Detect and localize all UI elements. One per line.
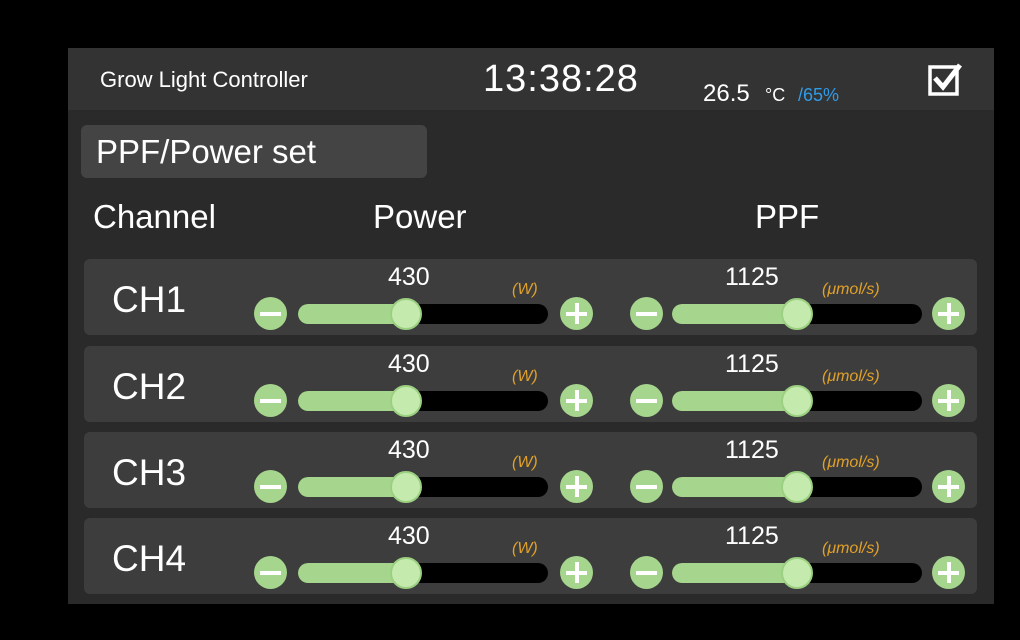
- ppf-value: 1125: [725, 263, 779, 291]
- ppf-unit: (μmol/s): [822, 368, 880, 385]
- channel-row: CH1 430 (W) 1125 (μmol/s): [84, 259, 977, 335]
- ppf-slider-handle[interactable]: [781, 557, 813, 589]
- ppf-value: 1125: [725, 350, 779, 378]
- power-column-header: Power: [373, 198, 467, 235]
- ppf-unit: (μmol/s): [822, 540, 880, 557]
- power-slider-handle[interactable]: [390, 557, 422, 589]
- power-slider-handle[interactable]: [390, 298, 422, 330]
- power-unit: (W): [512, 454, 538, 471]
- channel-label: CH1: [112, 279, 187, 320]
- ppf-increase-button[interactable]: [932, 384, 965, 417]
- ppf-column-header: PPF: [755, 198, 820, 235]
- controller-panel: Grow Light Controller 13:38:28 26.5 °C /…: [68, 48, 994, 604]
- ppf-increase-button[interactable]: [932, 470, 965, 503]
- plus-icon-vertical: [947, 562, 951, 583]
- ppf-increase-button[interactable]: [932, 556, 965, 589]
- minus-icon: [260, 312, 281, 316]
- ppf-slider-fill: [672, 563, 797, 583]
- channel-column-header: Channel: [93, 198, 216, 235]
- power-decrease-button[interactable]: [254, 384, 287, 417]
- power-slider[interactable]: [298, 385, 548, 417]
- power-unit: (W): [512, 540, 538, 557]
- temperature-unit: °C: [765, 85, 786, 105]
- power-slider[interactable]: [298, 471, 548, 503]
- ppf-slider-handle[interactable]: [781, 471, 813, 503]
- checkbox-checked-icon[interactable]: [928, 62, 962, 96]
- ppf-value: 1125: [725, 436, 779, 464]
- power-value: 430: [388, 436, 430, 464]
- plus-icon-vertical: [575, 562, 579, 583]
- power-slider-handle[interactable]: [390, 471, 422, 503]
- screen: Grow Light Controller 13:38:28 26.5 °C /…: [8, 8, 1020, 640]
- ppf-decrease-button[interactable]: [630, 556, 663, 589]
- minus-icon: [260, 399, 281, 403]
- plus-icon-vertical: [575, 303, 579, 324]
- power-decrease-button[interactable]: [254, 556, 287, 589]
- minus-icon: [260, 571, 281, 575]
- plus-icon-vertical: [575, 390, 579, 411]
- channel-row: CH3 430 (W) 1125 (μmol/s): [84, 432, 977, 508]
- ppf-unit: (μmol/s): [822, 281, 880, 298]
- power-increase-button[interactable]: [560, 556, 593, 589]
- plus-icon-vertical: [947, 303, 951, 324]
- channel-label: CH2: [112, 366, 187, 407]
- ppf-unit: (μmol/s): [822, 454, 880, 471]
- temperature-value: 26.5: [703, 80, 750, 107]
- power-decrease-button[interactable]: [254, 297, 287, 330]
- ppf-slider[interactable]: [672, 298, 922, 330]
- channel-row: CH4 430 (W) 1125 (μmol/s): [84, 518, 977, 594]
- power-unit: (W): [512, 281, 538, 298]
- minus-icon: [636, 399, 657, 403]
- power-decrease-button[interactable]: [254, 470, 287, 503]
- ppf-slider[interactable]: [672, 471, 922, 503]
- power-value: 430: [388, 350, 430, 378]
- header-bar: Grow Light Controller 13:38:28 26.5 °C /…: [68, 48, 994, 110]
- channel-label: CH4: [112, 538, 187, 579]
- ppf-power-set-button[interactable]: PPF/Power set: [81, 125, 427, 178]
- minus-icon: [636, 571, 657, 575]
- minus-icon: [636, 485, 657, 489]
- clock-time: 13:38:28: [483, 58, 639, 100]
- ppf-value: 1125: [725, 522, 779, 550]
- channel-label: CH3: [112, 452, 187, 493]
- channel-row: CH2 430 (W) 1125 (μmol/s): [84, 346, 977, 422]
- power-value: 430: [388, 522, 430, 550]
- ppf-increase-button[interactable]: [932, 297, 965, 330]
- power-slider[interactable]: [298, 298, 548, 330]
- power-increase-button[interactable]: [560, 297, 593, 330]
- plus-icon-vertical: [575, 476, 579, 497]
- plus-icon-vertical: [947, 476, 951, 497]
- ppf-decrease-button[interactable]: [630, 470, 663, 503]
- humidity-value: /65%: [798, 85, 840, 105]
- ppf-decrease-button[interactable]: [630, 297, 663, 330]
- power-value: 430: [388, 263, 430, 291]
- power-unit: (W): [512, 368, 538, 385]
- ppf-slider-fill: [672, 304, 797, 324]
- ppf-decrease-button[interactable]: [630, 384, 663, 417]
- plus-icon-vertical: [947, 390, 951, 411]
- power-slider-handle[interactable]: [390, 385, 422, 417]
- minus-icon: [636, 312, 657, 316]
- ppf-slider-fill: [672, 477, 797, 497]
- ppf-slider-handle[interactable]: [781, 298, 813, 330]
- ppf-slider-handle[interactable]: [781, 385, 813, 417]
- power-slider[interactable]: [298, 557, 548, 589]
- power-increase-button[interactable]: [560, 384, 593, 417]
- power-increase-button[interactable]: [560, 470, 593, 503]
- ppf-slider[interactable]: [672, 557, 922, 589]
- ppf-slider-fill: [672, 391, 797, 411]
- app-title: Grow Light Controller: [100, 67, 308, 92]
- minus-icon: [260, 485, 281, 489]
- ppf-slider[interactable]: [672, 385, 922, 417]
